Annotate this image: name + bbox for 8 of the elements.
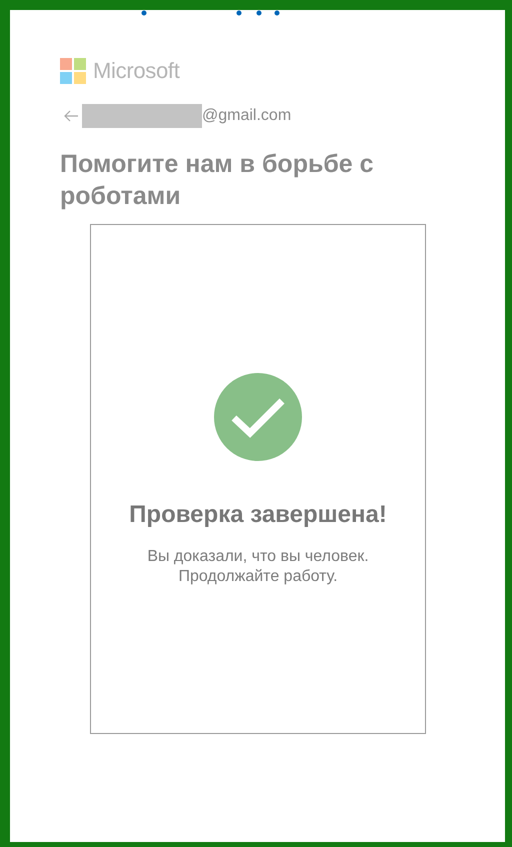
challenge-message: Продолжайте работу. <box>177 567 339 587</box>
page-heading: Помогите нам в борьбе с роботами <box>60 149 375 212</box>
back-arrow-icon[interactable] <box>64 110 78 122</box>
challenge-message: Вы доказали, что вы человек. <box>147 547 369 567</box>
brand-name: Microsoft <box>93 58 180 84</box>
challenge-title: Проверка завершена! <box>129 501 387 529</box>
account-email: @gmail.com <box>202 107 292 125</box>
logo-icon <box>60 58 86 84</box>
